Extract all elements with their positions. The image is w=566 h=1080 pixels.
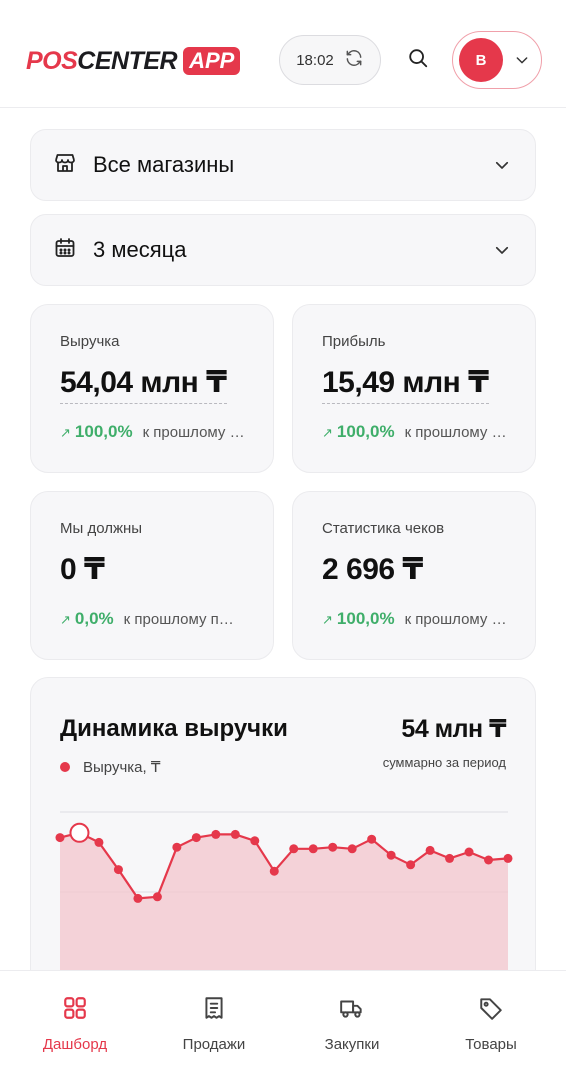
nav-label: Дашборд [42, 1036, 108, 1053]
chart-point[interactable] [406, 860, 416, 870]
card-delta-percent: 100,0% [74, 422, 133, 441]
card-delta: ↗ 0,0% к прошлому периоду [60, 609, 236, 629]
nav-label: Товары [465, 1036, 517, 1053]
nav-item-purchases[interactable]: Закупки [302, 995, 402, 1053]
receipts-stats-card[interactable]: Статистика чеков 2 696 ₸ ↗ 100,0% к прош… [292, 491, 536, 660]
card-delta-note: к прошлому периоду [404, 611, 515, 628]
trend-up-icon: ↗ [60, 425, 71, 440]
chart-point[interactable] [113, 865, 123, 875]
card-delta-note: к прошлому периоду [123, 611, 236, 628]
chart-point[interactable] [464, 847, 474, 857]
debt-card[interactable]: Мы должны 0 ₸ ↗ 0,0% к прошлому периоду [30, 491, 274, 660]
chart-point[interactable] [328, 842, 338, 852]
chart-point[interactable] [191, 833, 201, 843]
bottom-nav: Дашборд Продажи Закупки Товары [0, 970, 566, 1080]
nav-label: Продажи [182, 1036, 246, 1053]
calendar-icon [53, 236, 77, 265]
chart-point[interactable] [152, 892, 162, 902]
logo-center-text: CENTER [77, 47, 178, 75]
chart-point[interactable] [133, 893, 143, 903]
chevron-down-icon [493, 241, 511, 264]
truck-icon [339, 995, 365, 1026]
card-delta: ↗ 100,0% к прошлому периоду [60, 422, 253, 442]
store-selector-label: Все магазины [93, 152, 235, 177]
chart-point-highlighted[interactable] [69, 822, 90, 843]
sync-button[interactable]: 18:02 [279, 35, 381, 85]
chart-point[interactable] [445, 853, 455, 863]
revenue-chart[interactable] [31, 678, 536, 997]
card-delta-note: к прошлому периоду [142, 424, 253, 441]
card-delta-percent: 0,0% [74, 609, 114, 628]
receipt-icon [201, 995, 227, 1026]
chart-point[interactable] [386, 850, 396, 860]
nav-item-products[interactable]: Товары [441, 995, 541, 1053]
card-title: Статистика чеков [322, 520, 445, 537]
chart-point[interactable] [347, 844, 357, 854]
logo-app-badge: APP [183, 47, 241, 75]
tag-icon [478, 995, 504, 1026]
refresh-icon [344, 48, 364, 73]
sync-time: 18:02 [296, 51, 334, 69]
card-delta-percent: 100,0% [336, 609, 395, 628]
card-delta: ↗ 100,0% к прошлому периоду [322, 609, 515, 629]
card-delta-note: к прошлому периоду [404, 424, 515, 441]
card-title: Прибыль [322, 333, 386, 350]
card-value: 0 ₸ [60, 553, 105, 586]
chart-point[interactable] [269, 866, 279, 876]
trend-up-icon: ↗ [60, 612, 71, 627]
store-icon [53, 151, 77, 180]
card-title: Выручка [60, 333, 120, 350]
card-delta: ↗ 100,0% к прошлому периоду [322, 422, 515, 442]
nav-label: Закупки [324, 1036, 380, 1053]
period-selector[interactable]: 3 месяца [30, 214, 536, 286]
chart-point[interactable] [503, 853, 513, 863]
trend-up-icon: ↗ [322, 612, 333, 627]
chart-point[interactable] [308, 844, 318, 854]
period-selector-label: 3 месяца [93, 237, 187, 262]
user-menu-button[interactable]: B [452, 31, 542, 89]
chart-point[interactable] [425, 845, 435, 855]
chart-point[interactable] [230, 829, 240, 839]
chart-point[interactable] [55, 833, 65, 843]
revenue-card[interactable]: Выручка 54,04 млн ₸ ↗ 100,0% к прошлому … [30, 304, 274, 473]
app-header: POS CENTER APP 18:02 B [0, 0, 566, 108]
chevron-down-icon [493, 156, 511, 179]
trend-up-icon: ↗ [322, 425, 333, 440]
chart-point[interactable] [211, 829, 221, 839]
chart-point[interactable] [484, 855, 494, 865]
chevron-down-icon [514, 52, 530, 73]
search-icon [407, 47, 429, 74]
chart-point[interactable] [94, 837, 104, 847]
card-title: Мы должны [60, 520, 143, 537]
avatar: B [459, 38, 503, 82]
profit-card[interactable]: Прибыль 15,49 млн ₸ ↗ 100,0% к прошлому … [292, 304, 536, 473]
revenue-chart-card: Динамика выручки 54 млн ₸ суммарно за пе… [30, 677, 536, 997]
chart-point[interactable] [289, 844, 299, 854]
card-value: 54,04 млн ₸ [60, 365, 227, 404]
chart-point[interactable] [367, 834, 377, 844]
logo-pos-text: POS [26, 47, 78, 75]
chart-point[interactable] [250, 836, 260, 846]
poscenter-logo[interactable]: POS CENTER APP [26, 46, 241, 76]
card-value: 15,49 млн ₸ [322, 365, 489, 404]
nav-item-dashboard[interactable]: Дашборд [25, 995, 125, 1053]
nav-item-sales[interactable]: Продажи [164, 995, 264, 1053]
store-selector[interactable]: Все магазины [30, 129, 536, 201]
card-value: 2 696 ₸ [322, 553, 423, 586]
card-delta-percent: 100,0% [336, 422, 395, 441]
chart-point[interactable] [172, 842, 182, 852]
search-button[interactable] [400, 40, 436, 80]
dashboard-icon [62, 995, 88, 1026]
